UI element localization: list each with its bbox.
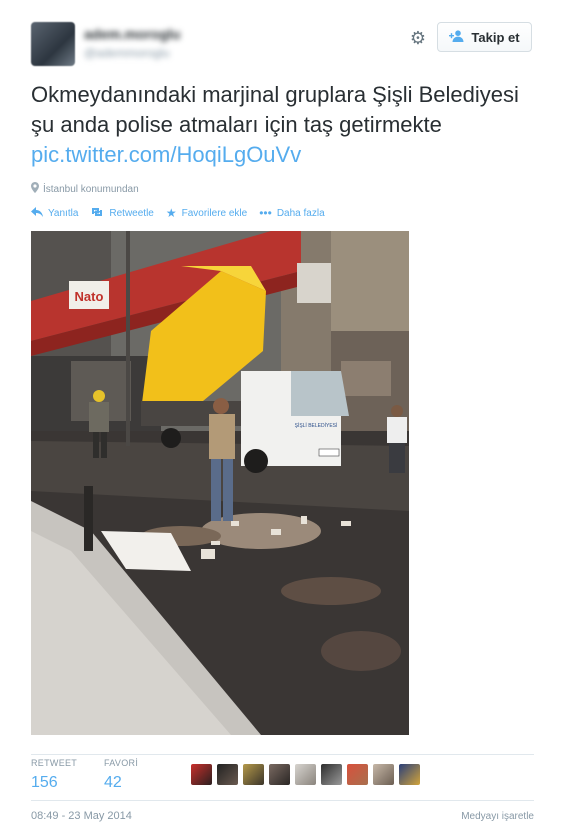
favorite-stat-label: FAVORİ [104,758,139,768]
tweet-footer: 08:49 - 23 May 2014 Medyayı işaretle [31,810,534,822]
retweet-label: Retweetle [109,207,154,219]
retweet-icon [90,206,104,220]
avatar[interactable] [373,764,394,785]
favorite-button[interactable]: ★ Favorilere ekle [166,206,247,220]
tweet-timestamp[interactable]: 08:49 - 23 May 2014 [31,810,132,822]
reply-icon [31,206,43,220]
user-handle[interactable]: @ademmoroglu [84,46,170,60]
favoriters-avatars [191,764,420,785]
tweet-actions: Yanıtla Retweetle ★ Favorilere ekle ••• … [31,206,325,220]
avatar[interactable] [321,764,342,785]
display-name[interactable]: adem.moroglu [84,26,180,42]
star-icon: ★ [165,206,177,220]
favorite-stat[interactable]: FAVORİ 42 [104,758,138,792]
more-icon: ••• [259,206,272,220]
avatar[interactable] [399,764,420,785]
tweet-text: Okmeydanındaki marjinal gruplara Şişli B… [31,80,536,170]
avatar[interactable] [217,764,238,785]
truck-logo-text: ŞİŞLİ BELEDİYESİ [295,422,338,429]
follow-label: Takip et [471,29,520,45]
tweet-body: Okmeydanındaki marjinal gruplara Şişli B… [31,82,519,137]
shop-sign-text: Nato [75,289,104,304]
tweet-photo[interactable]: Nato ŞİŞLİ BELEDİYESİ [31,231,409,735]
avatar[interactable] [295,764,316,785]
flag-media-link[interactable]: Medyayı işaretle [461,811,534,822]
more-label: Daha fazla [276,207,325,219]
avatar[interactable] [243,764,264,785]
tweet-header: adem.moroglu @ademmoroglu ⚙ Takip et [31,22,536,68]
retweet-button[interactable]: Retweetle [90,206,154,220]
tweet-location[interactable]: İstanbul konumundan [31,182,139,196]
gear-icon[interactable]: ⚙ [408,28,428,48]
retweet-stat-label: RETWEET [31,758,78,768]
add-user-icon [449,29,465,45]
divider-bottom [31,800,534,801]
divider-top [31,754,534,755]
location-label: İstanbul konumundan [43,183,139,195]
tweet-media-link[interactable]: pic.twitter.com/HoqiLgOuVv [31,142,301,167]
favorite-count[interactable]: 42 [104,774,138,792]
reply-label: Yanıtla [48,207,79,219]
favorite-label: Favorilere ekle [181,207,248,219]
avatar[interactable] [347,764,368,785]
retweet-stat[interactable]: RETWEET 156 [31,758,77,792]
retweet-count[interactable]: 156 [31,774,77,792]
avatar[interactable] [31,22,75,66]
avatar[interactable] [191,764,212,785]
more-button[interactable]: ••• Daha fazla [259,206,324,220]
follow-button[interactable]: Takip et [437,22,532,52]
reply-button[interactable]: Yanıtla [31,206,78,220]
avatar[interactable] [269,764,290,785]
location-pin-icon [31,182,39,196]
street-scene-image: Nato ŞİŞLİ BELEDİYESİ [31,231,409,735]
